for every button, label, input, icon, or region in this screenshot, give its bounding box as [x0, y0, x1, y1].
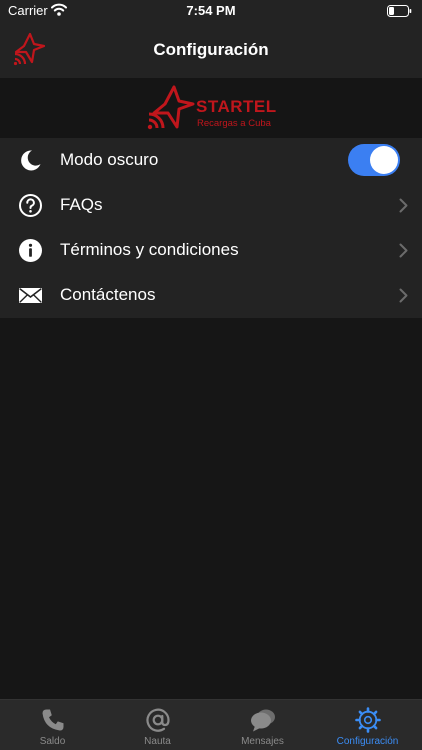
- brand-tagline: Recargas a Cuba: [197, 118, 271, 129]
- settings-item-label: Modo oscuro: [60, 150, 159, 169]
- status-time: 7:54 PM: [186, 3, 236, 18]
- chevron-right-icon: [399, 198, 408, 213]
- at-sign-icon: [146, 708, 170, 732]
- tab-bar: Saldo Nauta Mensajes Configuración: [0, 699, 422, 750]
- battery-icon: [387, 5, 412, 17]
- status-bar: Carrier 7:54 PM: [0, 0, 422, 22]
- settings-item-label: Términos y condiciones: [60, 240, 239, 259]
- chevron-right-icon: [399, 288, 408, 303]
- tab-label: Saldo: [39, 736, 66, 747]
- tab-label: Nauta: [144, 736, 171, 747]
- page-title: Configuración: [153, 40, 269, 59]
- dark-mode-toggle[interactable]: [348, 144, 400, 176]
- tab-label: Configuración: [336, 736, 399, 747]
- settings-item-faqs[interactable]: FAQs: [0, 183, 422, 228]
- startel-star-icon: [147, 85, 195, 130]
- tab-configuracion[interactable]: Configuración: [315, 700, 420, 750]
- startel-banner-logo: STARTEL Recargas a Cuba: [146, 83, 276, 133]
- tab-mensajes[interactable]: Mensajes: [210, 700, 315, 750]
- chat-bubbles-icon: [251, 709, 275, 732]
- settings-item-terms[interactable]: Términos y condiciones: [0, 228, 422, 273]
- toggle-knob: [370, 146, 398, 174]
- chevron-right-icon: [399, 243, 408, 258]
- brand-name: STARTEL: [196, 97, 277, 116]
- envelope-icon: [19, 288, 42, 303]
- question-circle-icon: [19, 194, 42, 217]
- info-circle-icon: [19, 239, 42, 262]
- tab-label: Mensajes: [241, 736, 284, 747]
- tab-nauta[interactable]: Nauta: [105, 700, 210, 750]
- phone-icon: [42, 709, 64, 731]
- brand-banner: STARTEL Recargas a Cuba: [0, 78, 422, 138]
- settings-item-contact[interactable]: Contáctenos: [0, 273, 422, 318]
- navigation-bar: Configuración: [0, 22, 422, 78]
- settings-item-label: Contáctenos: [60, 285, 156, 304]
- gear-icon: [355, 707, 381, 733]
- settings-list: Modo oscuro FAQs Términos y condiciones: [0, 138, 422, 318]
- tab-saldo[interactable]: Saldo: [0, 700, 105, 750]
- moon-icon: [21, 150, 41, 171]
- settings-item-label: FAQs: [60, 195, 103, 214]
- settings-item-dark-mode: Modo oscuro: [0, 138, 422, 183]
